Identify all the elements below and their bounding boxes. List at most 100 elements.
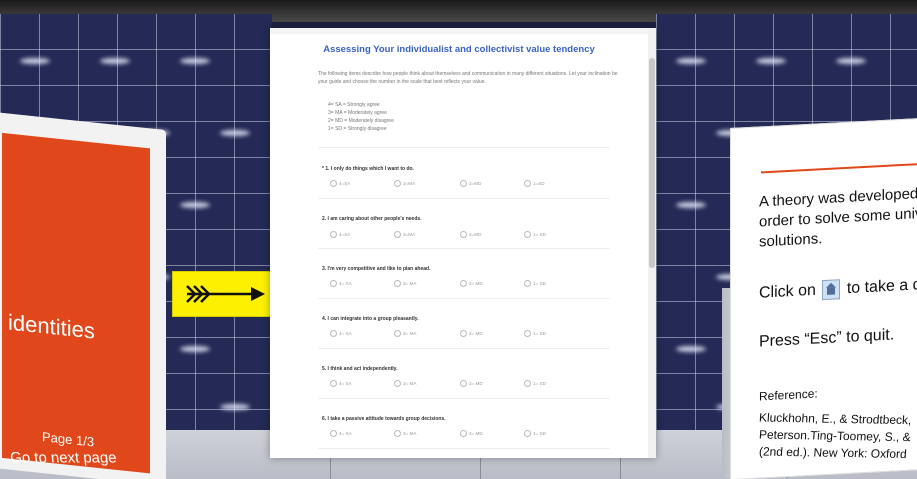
q5-option-ma[interactable]: 3= MA <box>394 380 416 387</box>
option-label: 3= MA <box>403 431 417 436</box>
option-label: 3=MA <box>403 181 416 186</box>
q2-option-sa[interactable]: 4=SA <box>330 231 350 238</box>
option-label: 1= SD <box>533 232 546 237</box>
radio-button-icon[interactable] <box>524 330 531 337</box>
option-label: 2= MD <box>469 381 483 386</box>
radio-button-icon[interactable] <box>460 430 467 437</box>
right-slide-face: A theory was developed order to solve so… <box>730 117 917 479</box>
q6-option-md[interactable]: 2= MD <box>460 430 483 437</box>
divider <box>318 398 610 399</box>
reference-line-3: (2nd ed.). New York: Oxford <box>758 444 908 462</box>
divider <box>318 248 610 249</box>
scrollbar[interactable] <box>648 28 656 458</box>
question-3: 3. I'm very competitive and like to plan… <box>322 266 431 272</box>
radio-button-icon[interactable] <box>330 280 337 287</box>
option-label: 1= SD <box>533 281 546 286</box>
radio-button-icon[interactable] <box>524 380 531 387</box>
question-4: 4. I can integrate into a group pleasant… <box>322 316 419 322</box>
scale-item: 2= MD = Moderately disagree <box>328 118 394 124</box>
option-label: 2=MD <box>469 232 482 237</box>
radio-button-icon[interactable] <box>524 231 531 238</box>
radio-button-icon[interactable] <box>460 380 467 387</box>
radio-button-icon[interactable] <box>524 180 531 187</box>
arrow-right-icon <box>186 285 265 303</box>
question-2: 2. I am caring about other people's need… <box>322 216 422 222</box>
question-6: 6. I take a passive attitude towards gro… <box>322 416 446 422</box>
next-arrow-sign[interactable] <box>172 271 274 317</box>
option-label: 3= MA <box>403 331 417 336</box>
radio-button-icon[interactable] <box>330 380 337 387</box>
q6-option-ma[interactable]: 3= MA <box>394 430 416 437</box>
option-label: 3= MA <box>403 281 417 286</box>
scale-item: 1= SD = Strongly disagree <box>328 126 387 132</box>
scale-item: 4= SA = Strongly agree <box>328 102 380 108</box>
radio-button-icon[interactable] <box>330 430 337 437</box>
q4-option-md[interactable]: 2= MD <box>460 330 483 337</box>
radio-button-icon[interactable] <box>460 231 467 238</box>
q6-option-sa[interactable]: 4= SA <box>330 430 352 437</box>
survey-document[interactable]: Assessing Your individualist and collect… <box>270 28 656 458</box>
option-label: 4= SA <box>339 331 352 336</box>
option-label: 1=SD <box>533 181 545 186</box>
option-label: 3=MA <box>403 232 416 237</box>
accent-line <box>761 162 917 174</box>
q2-option-md[interactable]: 2=MD <box>460 231 481 238</box>
click-text-after: to take a q <box>846 276 917 298</box>
q6-option-sd[interactable]: 1= SD <box>524 430 546 437</box>
radio-button-icon[interactable] <box>394 231 401 238</box>
document-topbar <box>270 28 656 34</box>
q4-option-sd[interactable]: 1= SD <box>524 330 546 337</box>
q5-option-md[interactable]: 2= MD <box>460 380 483 387</box>
option-label: 1= SD <box>533 431 546 436</box>
q2-option-sd[interactable]: 1= SD <box>524 231 546 238</box>
q1-option-md[interactable]: 2=MD <box>460 180 481 187</box>
q1-option-sa[interactable]: 4=SA <box>330 180 350 187</box>
scrollbar-thumb[interactable] <box>649 58 655 268</box>
radio-button-icon[interactable] <box>330 330 337 337</box>
survey-intro: The following items describe how people … <box>318 71 618 85</box>
option-label: 4= SA <box>339 431 352 436</box>
q3-option-sd[interactable]: 1= SD <box>524 280 546 287</box>
option-label: 1= SD <box>533 381 546 386</box>
q5-option-sa[interactable]: 4= SA <box>330 380 352 387</box>
radio-button-icon[interactable] <box>460 280 467 287</box>
radio-button-icon[interactable] <box>330 231 337 238</box>
q4-option-ma[interactable]: 3= MA <box>394 330 416 337</box>
option-label: 2= MD <box>469 331 483 336</box>
q3-option-ma[interactable]: 3= MA <box>394 280 416 287</box>
option-label: 2= MD <box>469 431 483 436</box>
q2-option-ma[interactable]: 3=MA <box>394 231 415 238</box>
right-slide: A theory was developed order to solve so… <box>722 117 917 479</box>
theory-text-line-3: solutions. <box>759 230 823 251</box>
radio-button-icon[interactable] <box>460 180 467 187</box>
radio-button-icon[interactable] <box>330 180 337 187</box>
survey-title: Assessing Your individualist and collect… <box>323 44 595 55</box>
q5-option-sd[interactable]: 1= SD <box>524 380 546 387</box>
vr-scene: identities Page 1/3 Go to next page Asse… <box>0 0 917 479</box>
option-label: 2=MD <box>469 181 482 186</box>
radio-button-icon[interactable] <box>394 380 401 387</box>
instruction-esc: Press “Esc” to quit. <box>759 326 895 351</box>
option-label: 4=SA <box>339 181 351 186</box>
go-to-next-page-link[interactable]: Go to next page <box>9 449 117 466</box>
q3-option-md[interactable]: 2= MD <box>460 280 483 287</box>
option-label: 4= SA <box>339 281 352 286</box>
left-slide-face <box>2 132 150 474</box>
radio-button-icon[interactable] <box>394 330 401 337</box>
q1-option-sd[interactable]: 1=SD <box>524 180 545 187</box>
radio-button-icon[interactable] <box>394 180 401 187</box>
q3-option-sa[interactable]: 4= SA <box>330 280 352 287</box>
home-icon[interactable] <box>822 279 841 301</box>
radio-button-icon[interactable] <box>524 280 531 287</box>
divider <box>318 448 610 449</box>
radio-button-icon[interactable] <box>460 330 467 337</box>
q4-option-sa[interactable]: 4= SA <box>330 330 352 337</box>
option-label: 3= MA <box>403 381 417 386</box>
option-label: 4= SA <box>339 381 352 386</box>
divider <box>318 298 610 299</box>
radio-button-icon[interactable] <box>394 430 401 437</box>
radio-button-icon[interactable] <box>524 430 531 437</box>
q1-option-ma[interactable]: 3=MA <box>394 180 415 187</box>
reference-line-2: Peterson.Ting-Toomey, S., & <box>758 427 912 445</box>
radio-button-icon[interactable] <box>394 280 401 287</box>
